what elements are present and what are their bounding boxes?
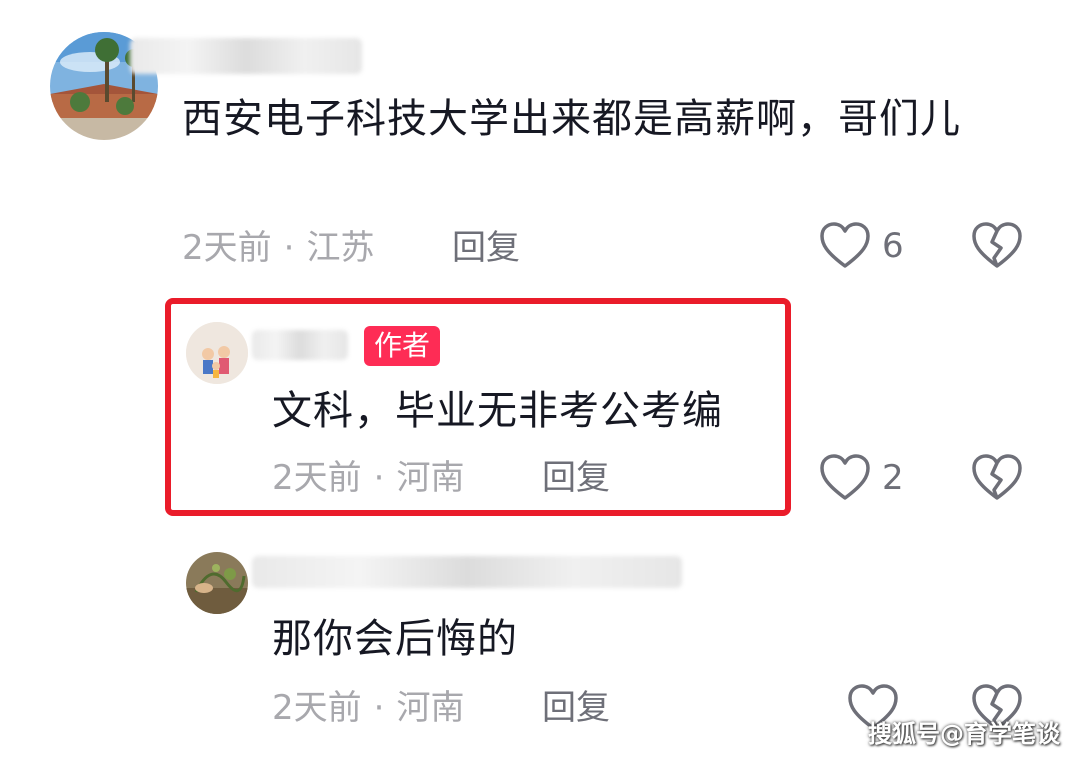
- comment-time: 2天前: [182, 228, 272, 268]
- meta-separator: ·: [373, 688, 385, 728]
- username-blurred[interactable]: [252, 330, 348, 360]
- comment-time: 2天前: [272, 458, 362, 498]
- dislike-button[interactable]: [972, 222, 1022, 274]
- like-count: 6: [882, 226, 904, 266]
- comment-text: 西安电子科技大学出来都是高薪啊，哥们儿: [182, 96, 961, 142]
- avatar-image: [186, 552, 248, 614]
- meta-separator: ·: [283, 228, 295, 268]
- dislike-button[interactable]: [972, 454, 1022, 506]
- comment-meta: 2天前 · 河南: [272, 688, 464, 728]
- heart-icon: [820, 222, 870, 268]
- comment-meta: 2天前 · 江苏: [182, 228, 374, 268]
- broken-heart-icon: [972, 222, 1022, 268]
- like-button[interactable]: 6: [820, 222, 904, 270]
- comment-location: 江苏: [306, 228, 375, 268]
- reply-button[interactable]: 回复: [542, 458, 610, 498]
- username-blurred[interactable]: [252, 556, 682, 588]
- avatar[interactable]: [186, 552, 248, 614]
- reply-button[interactable]: 回复: [542, 688, 610, 728]
- like-button[interactable]: 2: [820, 454, 904, 502]
- comment-meta: 2天前 · 河南: [272, 458, 464, 498]
- like-count: 2: [882, 458, 904, 498]
- meta-separator: ·: [373, 458, 385, 498]
- comment-text: 那你会后悔的: [272, 616, 518, 662]
- heart-icon: [820, 454, 870, 500]
- comment-location: 河南: [396, 688, 465, 728]
- comment-text: 文科，毕业无非考公考编: [272, 388, 723, 434]
- broken-heart-icon: [972, 454, 1022, 500]
- avatar-image: [186, 322, 248, 384]
- watermark: 搜狐号@育学笔谈: [868, 720, 1060, 748]
- avatar[interactable]: [186, 322, 248, 384]
- reply-button[interactable]: 回复: [452, 228, 520, 268]
- username-blurred[interactable]: [130, 38, 362, 74]
- comment-time: 2天前: [272, 688, 362, 728]
- author-badge: 作者: [364, 326, 441, 366]
- comment-location: 河南: [396, 458, 465, 498]
